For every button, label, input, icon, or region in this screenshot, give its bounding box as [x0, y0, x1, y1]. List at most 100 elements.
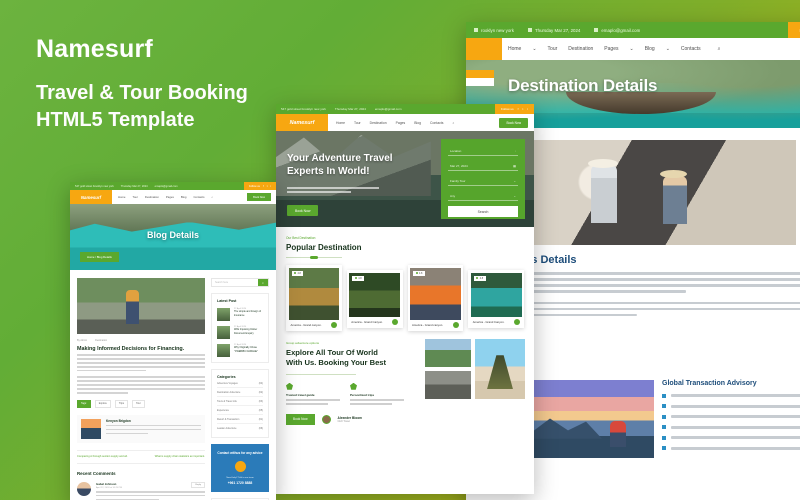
twitter-icon[interactable]: t	[267, 185, 268, 188]
sidebar-search[interactable]: Search here ⌕	[211, 278, 269, 287]
comment-date: April 22, 2024 at 10:25 PM	[96, 486, 122, 489]
rating-badge: 4.8	[352, 275, 365, 281]
prev-post-link[interactable]: Comparing A through section supply and a…	[77, 455, 128, 459]
logo[interactable]: Namesurf	[276, 120, 328, 126]
advice-widget[interactable]: Contact withus for any advice Need help?…	[211, 444, 269, 492]
blog-navbar[interactable]: Namesurf Home Tour Destination Pages Blo…	[70, 190, 276, 204]
nav-item-blog[interactable]: Blog	[181, 195, 187, 199]
nav-item-tour[interactable]: Tour	[132, 195, 137, 199]
card-action-icon[interactable]	[513, 318, 520, 325]
card-action-icon[interactable]	[392, 318, 398, 325]
twitter-icon[interactable]: t	[522, 107, 523, 111]
instagram-icon[interactable]: i	[270, 185, 271, 188]
post-title[interactable]: Why Originally Chose "CWEB/BC DAMAGE"	[234, 346, 263, 353]
commenter-avatar	[77, 481, 91, 496]
destination-card[interactable]: 4.8 America - Grand Canyon.	[346, 270, 403, 329]
search-icon[interactable]: ⌕	[212, 195, 214, 199]
search-input[interactable]: Search here	[212, 279, 258, 286]
nav-item-destination[interactable]: Destination	[145, 195, 159, 199]
nav-item-home[interactable]: Home	[336, 121, 345, 125]
category-item[interactable]: Adventure Voyages (04)	[217, 379, 263, 388]
search-booking-form[interactable]: Location ◦ Mar 27, 2024 ▦ Family Tour ⌄ …	[441, 139, 525, 219]
tag-item[interactable]: Tour	[132, 399, 145, 408]
hero-book-now-button[interactable]: Book Now	[287, 205, 319, 216]
follow-us-block[interactable]: Follow us f t i	[243, 182, 276, 190]
blog-menu[interactable]: Home Tour Destination Pages Blog Contact…	[112, 190, 276, 204]
post-title[interactable]: Wills Imposing Clutter Document Enquiry	[234, 328, 263, 335]
rating-badge: 4.8	[291, 270, 304, 276]
topbar-date: Thursday Mar 27, 2024	[334, 107, 366, 111]
latest-post-item[interactable]: 27 April 2024 The simple and foreign of …	[217, 308, 263, 321]
nav-item-contacts[interactable]: Contacts	[681, 46, 701, 52]
destination-card[interactable]: 4.8 America - Grand canyon.	[286, 265, 342, 332]
advice-phone[interactable]: +961 1720 8888	[216, 481, 264, 485]
form-field-tour-type[interactable]: Family Tour ⌄	[448, 176, 518, 186]
panel-home-page[interactable]: 547 gold street brooklyn new york Thursd…	[276, 104, 534, 494]
nav-item-pages[interactable]: Pages	[396, 121, 406, 125]
nav-item-blog[interactable]: Blog	[414, 121, 421, 125]
tags-label: Tags:	[77, 399, 91, 408]
book-now-button[interactable]: Book Now	[247, 193, 271, 201]
logo-block[interactable]	[466, 38, 502, 60]
tag-item[interactable]: Explore	[94, 399, 111, 408]
latest-post-item[interactable]: 27 April 2024 Why Originally Chose "CWEB…	[217, 344, 263, 357]
card-action-icon[interactable]	[331, 321, 338, 328]
bullet-square-icon	[662, 393, 666, 398]
search-icon[interactable]: ⌕	[452, 121, 454, 125]
nav-item-destination[interactable]: Destination	[370, 121, 387, 125]
nav-item-contacts[interactable]: Contacts	[193, 195, 204, 199]
category-item[interactable]: Destination Adventure (02)	[217, 388, 263, 397]
next-post-link[interactable]: What is supply chain statistics an impor…	[155, 455, 205, 459]
home-navbar[interactable]: Namesurf Home Tour Destination Pages Blo…	[276, 114, 534, 131]
tag-item[interactable]: Trips	[114, 399, 129, 408]
post-paragraph-2	[77, 376, 205, 394]
nav-item-tour[interactable]: Tour	[548, 46, 558, 52]
breadcrumb[interactable]: Home / Blog Details	[80, 252, 119, 262]
follow-button[interactable]: Follow	[787, 22, 800, 38]
topbar-email[interactable]: emaplo@gmail.com	[375, 107, 402, 111]
panel-blog-details[interactable]: 547 gold street brooklyn new york Thursd…	[70, 182, 276, 500]
search-icon[interactable]: ⌕	[718, 46, 721, 52]
facebook-icon[interactable]: f	[518, 107, 519, 111]
nav-item-home[interactable]: Home	[118, 195, 125, 199]
form-field-location[interactable]: Location ◦	[448, 146, 518, 156]
form-field-date[interactable]: Mar 27, 2024 ▦	[448, 161, 518, 171]
reply-button[interactable]: Reply	[191, 481, 205, 488]
category-item[interactable]: Resort & Transaction (01)	[217, 415, 263, 424]
latest-post-item[interactable]: 27 April 2024 Wills Imposing Clutter Doc…	[217, 326, 263, 339]
search-button[interactable]: Search	[448, 206, 518, 217]
category-item[interactable]: Experience (05)	[217, 406, 263, 415]
destination-card[interactable]: 4.8 America - Grand canyon.	[407, 265, 464, 332]
follow-us-block[interactable]: Follow us f t i	[494, 104, 534, 114]
form-field-guests[interactable]: Any ⌄	[448, 191, 518, 201]
nav-item-pages[interactable]: Pages	[166, 195, 174, 199]
post-tags[interactable]: Tags: Explore Trips Tour	[77, 399, 205, 408]
search-icon[interactable]: ⌕	[258, 279, 268, 286]
nav-item-tour[interactable]: Tour	[354, 121, 361, 125]
bullet-square-icon	[662, 414, 666, 419]
topbar-email[interactable]: emaplo@gmail.com	[155, 185, 178, 188]
nav-item-destination[interactable]: Destination	[568, 46, 593, 52]
destination-navbar[interactable]: Home ⌄ Tour Destination Pages ⌄ Blog ⌄ C…	[466, 38, 800, 60]
nav-item-pages[interactable]: Pages	[604, 46, 618, 52]
card-action-icon[interactable]	[452, 321, 459, 328]
post-title[interactable]: The simple and foreign of Insurance	[234, 310, 263, 317]
destination-card[interactable]: 4.8 America - Grand Canyon.	[468, 270, 524, 329]
topbar-email[interactable]: emaplo@gmail.com	[594, 28, 640, 33]
book-now-button[interactable]: Book Now	[499, 117, 528, 128]
nav-item-contacts[interactable]: Contacts	[430, 121, 443, 125]
category-count: (03)	[258, 399, 263, 403]
logo[interactable]: Namesurf	[70, 195, 112, 200]
facebook-icon[interactable]: f	[263, 185, 264, 188]
nav-item-home[interactable]: Home	[508, 46, 521, 52]
post-navigation[interactable]: Comparing A through section supply and a…	[77, 449, 205, 464]
destination-card-list[interactable]: 4.8 America - Grand canyon. 4.8 America …	[276, 262, 534, 332]
category-item[interactable]: Leaden Adventure (06)	[217, 424, 263, 432]
home-menu[interactable]: Home Tour Destination Pages Blog Contact…	[328, 114, 534, 131]
nav-item-blog[interactable]: Blog	[645, 46, 655, 52]
chevron-down-icon: ⌄	[513, 178, 516, 183]
explore-book-now-button[interactable]: Book Now	[286, 413, 315, 425]
gallery-column	[425, 339, 471, 400]
instagram-icon[interactable]: i	[527, 107, 528, 111]
category-item[interactable]: Tours & Travel Life (03)	[217, 397, 263, 406]
